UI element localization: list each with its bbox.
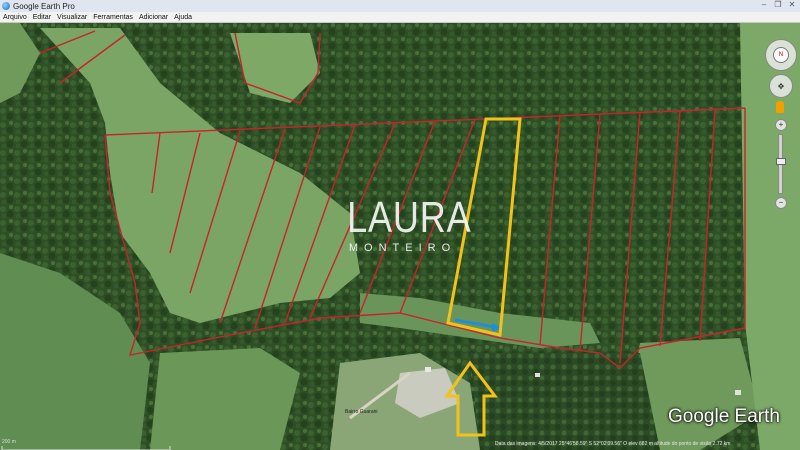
watermark-surname: MONTEIRO xyxy=(348,242,457,254)
map-view[interactable]: LAURA MONTEIRO Bairro Guarani Google Ear… xyxy=(0,23,800,450)
zoom-out-button[interactable]: − xyxy=(775,197,787,209)
look-joystick-icon[interactable]: ✥ xyxy=(769,74,793,98)
status-bar: Data das imagens: 4/5/2017 25°46'58.59" … xyxy=(495,441,731,447)
pasture-area xyxy=(150,348,300,450)
close-button[interactable]: ✕ xyxy=(788,1,796,9)
window-controls: – ❐ ✕ xyxy=(760,1,796,9)
minimize-button[interactable]: – xyxy=(760,1,768,9)
menu-add[interactable]: Adicionar xyxy=(139,14,168,21)
window-title: Google Earth Pro xyxy=(13,1,75,11)
zoom-in-button[interactable]: + xyxy=(775,119,787,131)
watermark-name: LAURA xyxy=(347,193,472,242)
navigation-controls: N ✥ + − xyxy=(763,39,799,214)
menu-view[interactable]: Visualizar xyxy=(57,14,87,21)
zoom-slider[interactable]: + − xyxy=(775,119,787,209)
watermark: LAURA MONTEIRO xyxy=(335,193,472,255)
compass-control[interactable]: N xyxy=(765,39,797,71)
building xyxy=(535,373,540,377)
menu-help[interactable]: Ajuda xyxy=(174,14,192,21)
scale-label: 200 m xyxy=(2,439,16,445)
menu-edit[interactable]: Editar xyxy=(33,14,51,21)
maximize-button[interactable]: ❐ xyxy=(774,1,782,9)
street-view-pegman-icon[interactable] xyxy=(776,101,784,113)
building xyxy=(425,367,431,372)
menu-file[interactable]: Arquivo xyxy=(3,14,27,21)
menu-bar: Arquivo Editar Visualizar Ferramentas Ad… xyxy=(0,12,800,23)
north-icon: N xyxy=(773,47,789,63)
menu-tools[interactable]: Ferramentas xyxy=(93,14,133,21)
zoom-knob[interactable] xyxy=(775,158,786,165)
google-earth-app-icon xyxy=(2,2,10,10)
google-earth-logo: Google Earth xyxy=(668,406,780,427)
forest-patch xyxy=(470,353,660,450)
scale-ruler xyxy=(1,446,171,450)
zoom-track[interactable] xyxy=(775,134,786,194)
scale-bar: 200 m xyxy=(0,439,175,450)
place-label: Bairro Guarani xyxy=(345,409,378,415)
building xyxy=(735,390,741,395)
